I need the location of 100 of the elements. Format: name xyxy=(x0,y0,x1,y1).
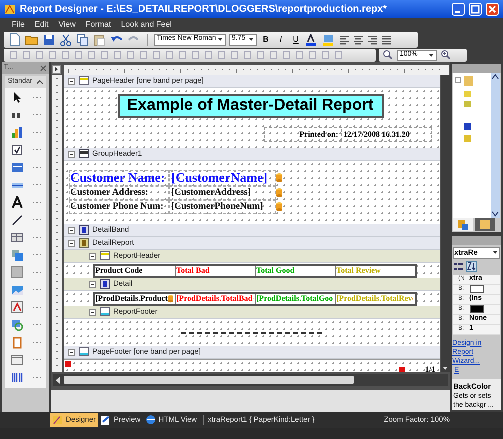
ellipsis-icon xyxy=(32,376,42,379)
field-list-icon[interactable] xyxy=(474,218,495,231)
tab-icon xyxy=(52,414,64,426)
collapse-icon[interactable] xyxy=(68,226,75,234)
line-icon xyxy=(11,214,24,227)
back-color-icon[interactable] xyxy=(322,34,336,46)
ellipsis-icon xyxy=(32,202,42,204)
panel-icon xyxy=(11,161,24,174)
ellipsis-icon xyxy=(32,166,42,169)
grid-icon xyxy=(11,266,24,280)
menu-item[interactable]: Edit xyxy=(34,20,49,28)
report-title: Example of Master-Detail Report xyxy=(118,94,384,118)
collapse-icon[interactable] xyxy=(88,252,96,260)
band-icon xyxy=(78,347,89,357)
corner-button-icon[interactable] xyxy=(52,65,61,74)
scroll-up-icon[interactable] xyxy=(491,73,500,81)
ellipsis-icon xyxy=(32,324,42,326)
collapse-icon[interactable] xyxy=(68,78,75,84)
align-left-icon[interactable] xyxy=(339,34,350,46)
band-icon xyxy=(100,251,110,261)
tab-icon xyxy=(144,414,157,426)
ellipsis-icon xyxy=(32,254,42,256)
text-icon xyxy=(11,196,24,210)
data-field[interactable]: [CustomerName] xyxy=(168,170,276,186)
maximize-icon[interactable] xyxy=(469,2,482,16)
pointer-icon xyxy=(11,91,24,104)
minimize-icon[interactable] xyxy=(452,2,465,16)
field-label: Customer Address: xyxy=(68,186,169,200)
window-title: Report Designer - E:\ES_DETAILREPORT\DLOGGERS\reportproduction.repx* xyxy=(20,2,388,16)
check-icon xyxy=(11,144,24,157)
band-icon xyxy=(78,149,89,159)
error-marker-icon xyxy=(399,366,406,372)
menu-item[interactable]: Look and Feel xyxy=(121,20,172,28)
zoom-in-icon[interactable] xyxy=(441,50,451,60)
field-label: Customer Phone Num: xyxy=(68,200,169,214)
bold-button[interactable]: B xyxy=(260,34,272,46)
barcode-icon xyxy=(11,371,24,384)
table-cell: [ProdDetails.TotalRev xyxy=(334,294,415,304)
collapse-icon[interactable] xyxy=(88,280,96,288)
data-field[interactable]: [CustomerPhoneNum] xyxy=(168,200,276,214)
collapse-icon[interactable] xyxy=(88,308,96,316)
ellipsis-icon xyxy=(32,219,42,222)
caret-icon xyxy=(218,38,223,41)
paste-icon[interactable] xyxy=(93,32,107,46)
calendar-icon xyxy=(11,354,24,367)
table-icon xyxy=(11,231,24,244)
panel-header xyxy=(452,64,501,73)
ellipsis-icon xyxy=(32,272,42,274)
italic-button[interactable]: I xyxy=(275,34,287,46)
table-cell: [ProdDetails.TotalGoo xyxy=(254,294,335,304)
align-center-icon[interactable] xyxy=(353,34,364,46)
font-color-icon[interactable] xyxy=(305,34,319,46)
zoom-out-icon[interactable] xyxy=(383,50,393,60)
collapse-icon[interactable] xyxy=(68,240,75,246)
caret-icon xyxy=(493,251,498,254)
collapse-icon[interactable] xyxy=(68,150,75,158)
underline-button[interactable]: U xyxy=(290,34,302,46)
ellipsis-icon xyxy=(32,184,42,186)
horizontal-scrollbar[interactable] xyxy=(52,374,448,386)
caret-icon xyxy=(429,54,434,56)
scroll-left-icon[interactable] xyxy=(54,376,61,384)
collapse-icon xyxy=(36,79,43,85)
caret-icon xyxy=(249,38,254,41)
menu-item[interactable]: View xyxy=(58,20,76,28)
pagebreak-icon xyxy=(11,336,24,350)
data-field[interactable]: [CustomerAddress] xyxy=(168,186,276,200)
panel-header xyxy=(452,236,501,245)
scroll-down-icon[interactable] xyxy=(491,210,500,218)
chart-icon xyxy=(11,126,24,140)
copy-icon[interactable] xyxy=(76,32,90,46)
align-right-icon[interactable] xyxy=(367,34,378,46)
scroll-down-icon[interactable] xyxy=(440,364,450,372)
categorized-icon[interactable] xyxy=(452,260,464,272)
table-cell-text: Product Code xyxy=(94,266,144,276)
menu-item[interactable]: Format xyxy=(86,20,112,28)
report-explorer-icon[interactable] xyxy=(452,218,473,231)
subreport-icon xyxy=(11,248,24,262)
database-icon xyxy=(168,294,174,304)
ellipsis-icon xyxy=(32,359,42,362)
table-cell: [ProdDetails.Product xyxy=(94,294,175,304)
field-label: Customer Name: xyxy=(68,170,169,186)
ellipsis-icon xyxy=(32,236,42,239)
ellipsis-icon xyxy=(32,132,42,134)
table-cell: [ProdDetails.TotalBad xyxy=(174,294,255,304)
ellipsis-icon xyxy=(32,342,42,344)
ellipsis-icon xyxy=(32,149,42,152)
ellipsis-icon xyxy=(32,289,42,292)
cut-icon[interactable] xyxy=(59,32,73,46)
printed-value: 12/17/2008 16.31.20 xyxy=(340,128,431,140)
justify-icon[interactable] xyxy=(381,34,392,46)
page-number: 1/1 xyxy=(425,364,436,372)
scroll-thumb[interactable] xyxy=(64,376,354,384)
richtext-icon xyxy=(11,301,24,314)
tree-scrollbar[interactable] xyxy=(491,73,500,218)
collapse-icon[interactable] xyxy=(68,348,75,356)
sort-alphabetical-icon[interactable] xyxy=(466,260,477,272)
vertical-scrollbar[interactable] xyxy=(440,75,450,372)
menu-item[interactable]: File xyxy=(12,20,25,28)
close-icon[interactable] xyxy=(40,64,47,72)
save-icon[interactable] xyxy=(42,32,56,46)
